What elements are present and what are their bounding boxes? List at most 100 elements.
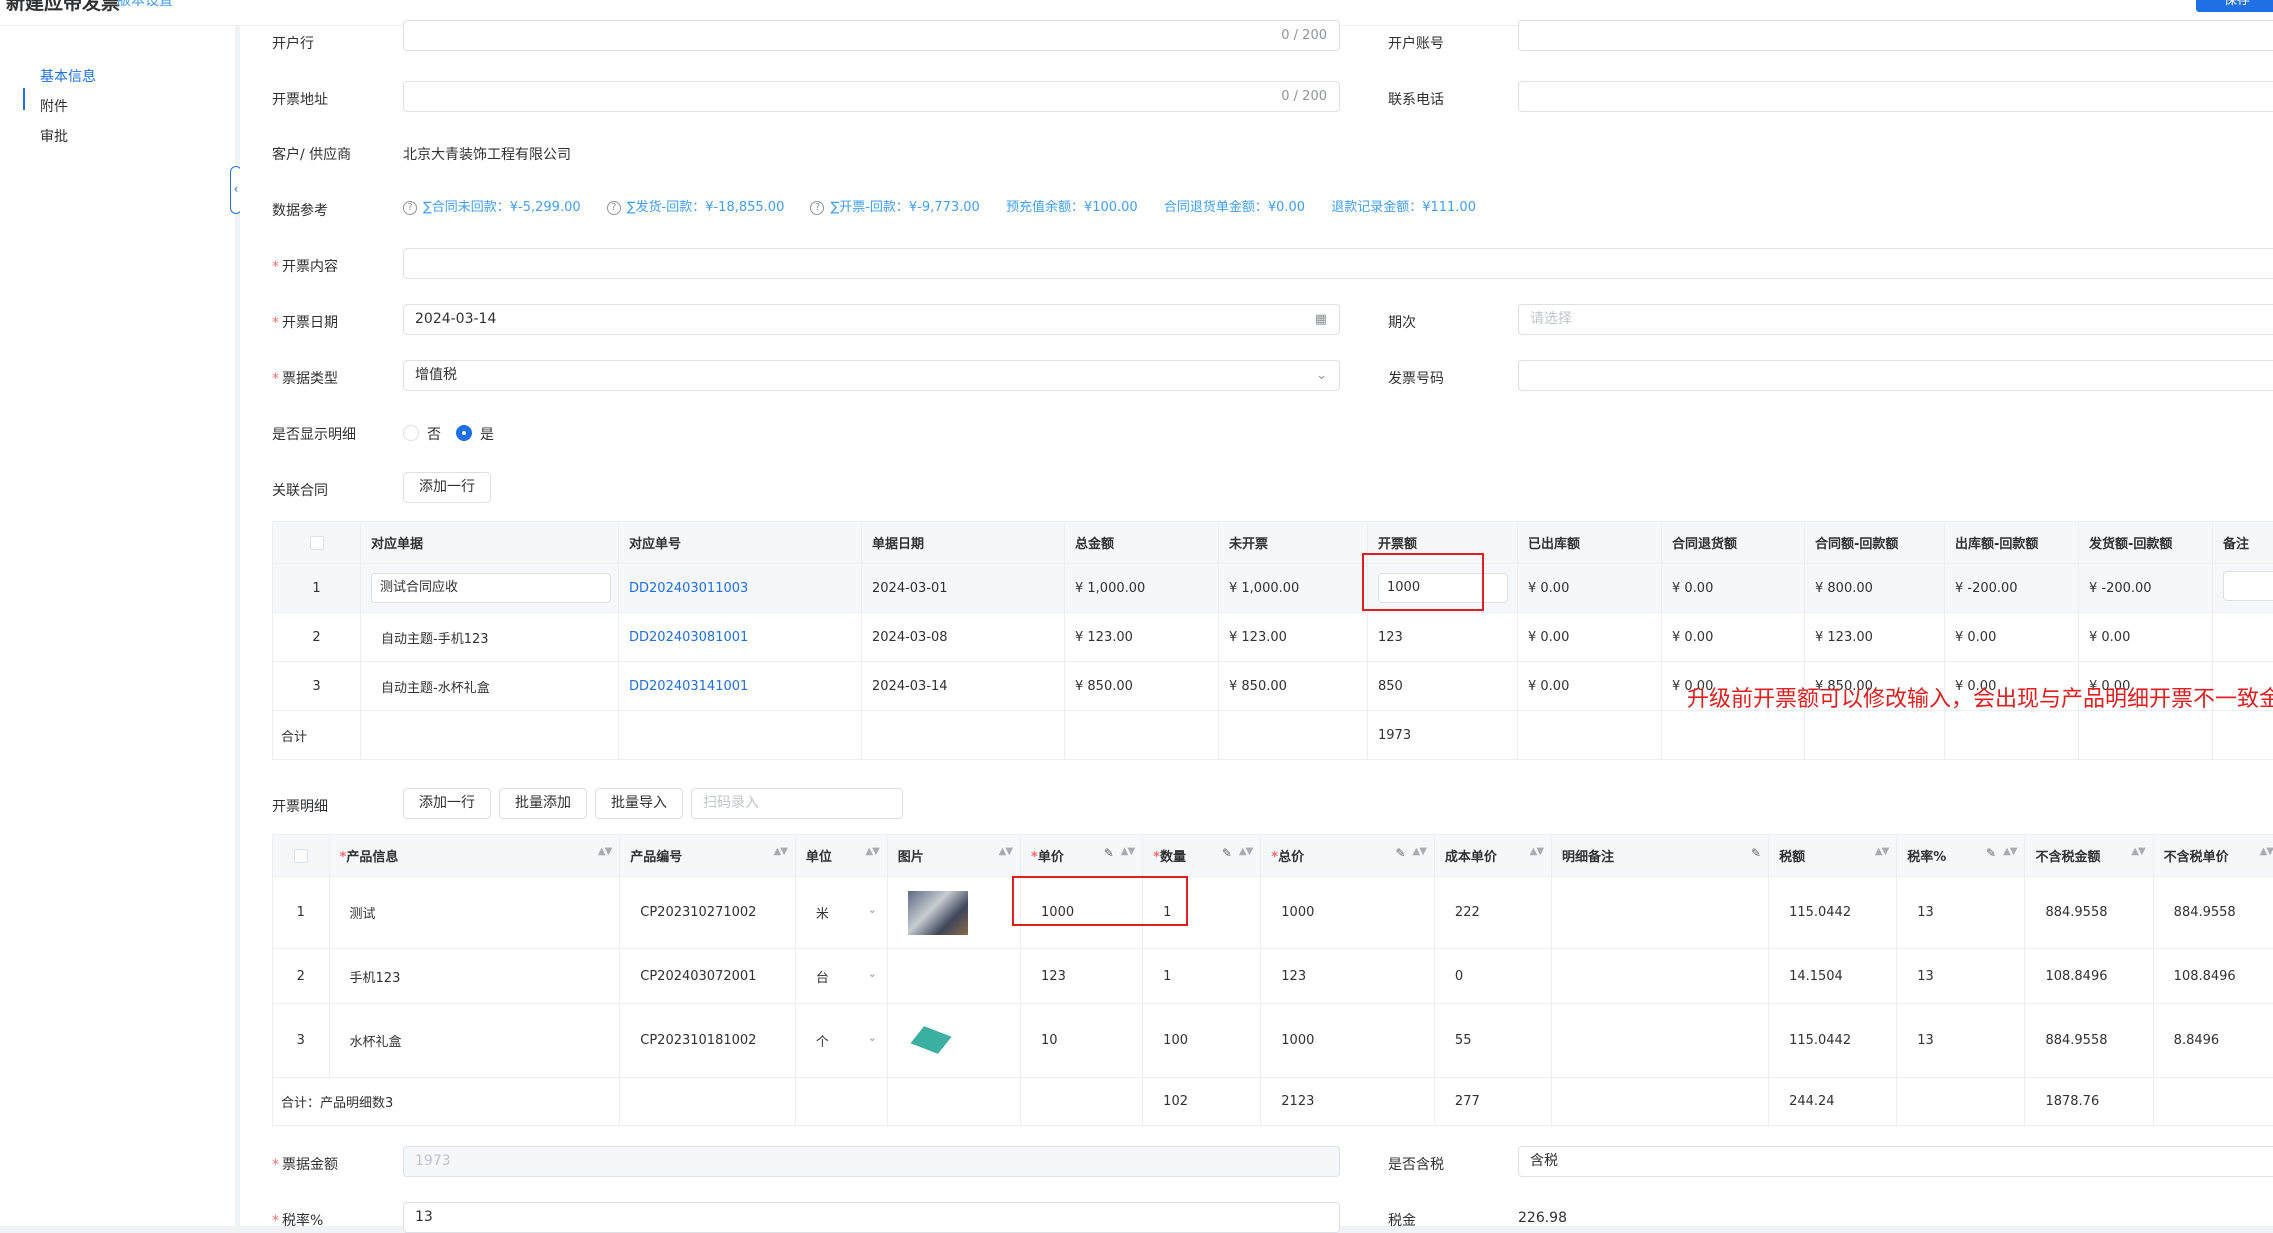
date-label: *开票日期 bbox=[272, 312, 338, 332]
batch-import-button[interactable]: 批量导入 bbox=[595, 788, 683, 819]
col-header: 不含税单价 bbox=[2164, 850, 2229, 865]
version-setting-link[interactable]: 版本设置 bbox=[117, 0, 173, 10]
period-label: 期次 bbox=[1388, 312, 1416, 332]
invoice-no-input[interactable] bbox=[1518, 360, 2273, 391]
sort-icon[interactable]: ▲▼ bbox=[1413, 846, 1426, 857]
col-header: 单价 bbox=[1038, 850, 1064, 865]
sort-icon[interactable]: ▲▼ bbox=[1530, 846, 1543, 857]
sidebar-item-attachments[interactable]: 附件 bbox=[40, 96, 68, 116]
ref-item[interactable]: 退款记录金额：¥111.00 bbox=[1331, 200, 1476, 215]
chevron-down-icon[interactable]: ⌄ bbox=[868, 967, 877, 980]
sort-icon[interactable]: ▲▼ bbox=[774, 846, 787, 857]
radio-yes[interactable] bbox=[456, 425, 472, 441]
add-contract-row-button[interactable]: 添加一行 bbox=[403, 472, 491, 503]
help-icon: ? bbox=[607, 201, 621, 215]
select-all-checkbox[interactable] bbox=[310, 536, 324, 550]
col-header: 合同退货额 bbox=[1662, 522, 1805, 564]
col-header: 未开票 bbox=[1219, 522, 1368, 564]
sort-icon[interactable]: ▲▼ bbox=[1121, 846, 1134, 857]
col-header: 已出库额 bbox=[1518, 522, 1662, 564]
col-header: 数量 bbox=[1160, 850, 1186, 865]
doc-input[interactable]: 测试合同应收 bbox=[371, 573, 611, 603]
amount-input: 1973 bbox=[403, 1146, 1340, 1177]
col-header: 产品信息 bbox=[346, 850, 398, 865]
col-header: 明细备注 bbox=[1562, 850, 1614, 865]
table-row[interactable]: 2 手机123 CP202403072001 台⌄ 123 1 123 0 14… bbox=[273, 949, 2273, 1004]
select-all-checkbox[interactable] bbox=[294, 849, 308, 863]
scan-input[interactable]: 扫码录入 bbox=[691, 788, 903, 819]
address-input[interactable]: 0 / 200 bbox=[403, 81, 1340, 112]
add-detail-row-button[interactable]: 添加一行 bbox=[403, 788, 491, 819]
col-header: 发货额-回款额 bbox=[2079, 522, 2213, 564]
ref-item[interactable]: ∑发货-回款：¥-18,855.00 bbox=[627, 200, 785, 215]
product-image[interactable] bbox=[908, 891, 968, 935]
table-row[interactable]: 1 测试合同应收 DD202403011003 2024-03-01 ¥ 1,0… bbox=[273, 564, 2273, 613]
sort-icon[interactable]: ▲▼ bbox=[598, 846, 611, 857]
help-icon: ? bbox=[810, 201, 824, 215]
order-link[interactable]: DD202403081001 bbox=[629, 630, 748, 645]
chevron-down-icon[interactable]: ⌄ bbox=[868, 1031, 877, 1044]
customer-value: 北京大青装饰工程有限公司 bbox=[403, 144, 571, 164]
ref-item[interactable]: 预充值余额：¥100.00 bbox=[1006, 200, 1138, 215]
radio-no[interactable] bbox=[403, 425, 419, 441]
tax-rate-label: *税率% bbox=[272, 1210, 323, 1230]
chevron-down-icon: ⌄ bbox=[1316, 361, 1327, 390]
sort-icon[interactable]: ▲▼ bbox=[2003, 846, 2016, 857]
bank-account-input[interactable] bbox=[1518, 20, 2273, 51]
content-input[interactable] bbox=[403, 248, 2273, 279]
edit-icon[interactable]: ✎ bbox=[1751, 846, 1760, 860]
sort-icon[interactable]: ▲▼ bbox=[1239, 846, 1252, 857]
customer-label: 客户/ 供应商 bbox=[272, 144, 351, 164]
help-icon: ? bbox=[403, 201, 417, 215]
col-header: 合同额-回款额 bbox=[1805, 522, 1945, 564]
radio-no-label: 否 bbox=[427, 424, 441, 444]
bank-input[interactable]: 0 / 200 bbox=[403, 20, 1340, 51]
save-button[interactable]: 保存 bbox=[2196, 0, 2273, 12]
col-header: 总价 bbox=[1278, 850, 1304, 865]
period-select[interactable]: 请选择 bbox=[1518, 304, 2273, 335]
table-row[interactable]: 2 自动主题-手机123 DD202403081001 2024-03-08 ¥… bbox=[273, 613, 2273, 662]
amount-label: *票据金额 bbox=[272, 1154, 338, 1174]
sort-icon[interactable]: ▲▼ bbox=[999, 846, 1012, 857]
batch-add-button[interactable]: 批量添加 bbox=[499, 788, 587, 819]
sidebar: 基本信息 附件 审批 ‹ bbox=[0, 26, 235, 1226]
sort-icon[interactable]: ▲▼ bbox=[1875, 846, 1888, 857]
highlight-box bbox=[1012, 876, 1188, 926]
tax-included-select[interactable]: 含税 bbox=[1518, 1146, 2273, 1177]
tax-rate-input[interactable]: 13 bbox=[403, 1202, 1340, 1233]
invoice-no-label: 发票号码 bbox=[1388, 368, 1444, 388]
sort-icon[interactable]: ▲▼ bbox=[2260, 846, 2273, 857]
edit-icon[interactable]: ✎ bbox=[1104, 846, 1113, 860]
edit-icon[interactable]: ✎ bbox=[1986, 846, 1995, 860]
phone-input[interactable] bbox=[1518, 81, 2273, 112]
table-row[interactable]: 3 水杯礼盒 CP202310181002 个⌄ 10 100 1000 55 … bbox=[273, 1004, 2273, 1078]
ref-item[interactable]: ∑开票-回款：¥-9,773.00 bbox=[830, 200, 979, 215]
type-select[interactable]: 增值税⌄ bbox=[403, 360, 1340, 391]
bank-label: 开户行 bbox=[272, 33, 314, 53]
order-link[interactable]: DD202403141001 bbox=[629, 679, 748, 694]
ref-item[interactable]: ∑合同未回款：¥-5,299.00 bbox=[423, 200, 581, 215]
sidebar-item-basic-info[interactable]: 基本信息 bbox=[40, 66, 96, 86]
show-detail-label: 是否显示明细 bbox=[272, 424, 356, 444]
calendar-icon: ▦ bbox=[1315, 305, 1327, 334]
chevron-down-icon[interactable]: ⌄ bbox=[868, 903, 877, 916]
sort-icon[interactable]: ▲▼ bbox=[865, 846, 878, 857]
sidebar-item-approval[interactable]: 审批 bbox=[40, 126, 68, 146]
page-title: 新建应带发票 bbox=[6, 0, 120, 15]
sort-icon[interactable]: ▲▼ bbox=[2131, 846, 2144, 857]
remark-input[interactable] bbox=[2223, 571, 2273, 601]
type-label: *票据类型 bbox=[272, 368, 338, 388]
date-picker[interactable]: 2024-03-14▦ bbox=[403, 304, 1340, 335]
col-header: 单位 bbox=[806, 850, 832, 865]
content-label: *开票内容 bbox=[272, 256, 338, 276]
address-count: 0 / 200 bbox=[1281, 82, 1327, 111]
product-image[interactable] bbox=[908, 1019, 964, 1063]
col-header: 出库额-回款额 bbox=[1945, 522, 2079, 564]
table-row[interactable]: 1 测试 CP202310271002 米⌄ 1000 1 1000 222 1… bbox=[273, 877, 2273, 949]
col-header: 备注 bbox=[2213, 522, 2273, 564]
ref-item[interactable]: 合同退货单金额：¥0.00 bbox=[1164, 200, 1305, 215]
edit-icon[interactable]: ✎ bbox=[1222, 846, 1231, 860]
order-link[interactable]: DD202403011003 bbox=[629, 581, 748, 596]
edit-icon[interactable]: ✎ bbox=[1395, 846, 1404, 860]
data-refs: ? ∑合同未回款：¥-5,299.00 ? ∑发货-回款：¥-18,855.00 ?… bbox=[403, 196, 1498, 215]
